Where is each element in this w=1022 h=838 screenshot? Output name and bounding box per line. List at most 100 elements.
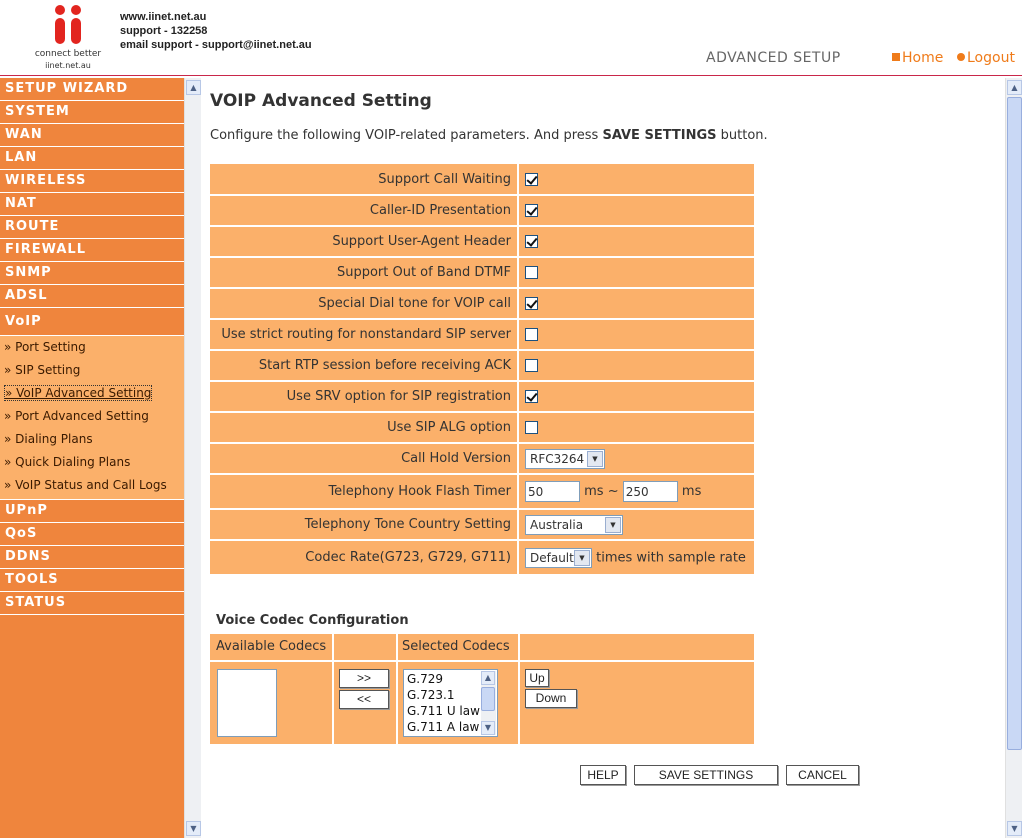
sidebar-item-ddns[interactable]: DDNS <box>0 546 184 569</box>
sidebar-subitem-port-advanced-setting[interactable]: » Port Advanced Setting <box>0 405 184 428</box>
setting-row: Use SRV option for SIP registration <box>210 381 754 413</box>
sidebar-subitem-quick-dialing-plans[interactable]: » Quick Dialing Plans <box>0 451 184 474</box>
subitem-label: » Port Advanced Setting <box>4 409 149 423</box>
out-of-band-dtmf-checkbox[interactable] <box>525 266 538 279</box>
section-title: ADVANCED SETUP <box>706 50 841 66</box>
logo-domain: iinet.net.au <box>45 61 91 70</box>
table-divider <box>210 660 754 662</box>
sidebar-item-lan[interactable]: LAN <box>0 147 184 170</box>
scroll-thumb[interactable] <box>1007 97 1022 750</box>
sidebar-item-adsl[interactable]: ADSL <box>0 285 184 308</box>
sidebar-subitem-dialing-plans[interactable]: » Dialing Plans <box>0 428 184 451</box>
move-up-button[interactable]: Up <box>525 669 549 687</box>
logout-link-label: Logout <box>967 50 1015 66</box>
hook-flash-max-input[interactable]: 250 <box>622 481 678 502</box>
strict-routing-checkbox[interactable] <box>525 328 538 341</box>
sidebar-scrollbar[interactable]: ▲ ▼ <box>184 78 201 838</box>
sip-alg-checkbox[interactable] <box>525 421 538 434</box>
subitem-label: » Quick Dialing Plans <box>4 455 131 469</box>
circle-bullet-icon <box>957 53 965 61</box>
intro-text: Configure the following VOIP-related par… <box>210 128 768 143</box>
sidebar: SETUP WIZARD SYSTEM WAN LAN WIRELESS NAT… <box>0 78 184 838</box>
subitem-label: » SIP Setting <box>4 363 81 377</box>
user-agent-header-checkbox[interactable] <box>525 235 538 248</box>
sidebar-item-snmp[interactable]: SNMP <box>0 262 184 285</box>
available-codecs-list[interactable] <box>217 669 277 737</box>
intro-text-part: button. <box>716 128 768 143</box>
sidebar-subitem-voip-status-call-logs[interactable]: » VoIP Status and Call Logs <box>0 474 184 497</box>
codec-section-title: Voice Codec Configuration <box>216 613 409 628</box>
table-divider <box>396 634 398 744</box>
setting-label: Support User-Agent Header <box>210 226 519 258</box>
contact-phone: support - 132258 <box>120 25 208 37</box>
add-codec-button[interactable]: >> <box>339 669 389 688</box>
sidebar-item-nat[interactable]: NAT <box>0 193 184 216</box>
sidebar-item-route[interactable]: ROUTE <box>0 216 184 239</box>
scroll-down-arrow-icon[interactable]: ▼ <box>186 821 201 836</box>
main-scrollbar[interactable]: ▲ ▼ <box>1005 78 1022 838</box>
subitem-label: » Port Setting <box>4 340 86 354</box>
scroll-up-arrow-icon[interactable]: ▲ <box>186 80 201 95</box>
sidebar-subitem-voip-advanced-setting[interactable]: » VoIP Advanced Setting <box>0 382 184 405</box>
tone-country-select[interactable]: Australia ▼ <box>525 514 623 535</box>
contact-website: www.iinet.net.au <box>120 11 207 23</box>
setting-label: Special Dial tone for VOIP call <box>210 288 519 320</box>
voip-submenu: » Port Setting » SIP Setting » VoIP Adva… <box>0 336 184 500</box>
setting-label: Use strict routing for nonstandard SIP s… <box>210 319 519 351</box>
setting-label: Codec Rate(G723, G729, G711) <box>210 540 519 576</box>
sidebar-item-upnp[interactable]: UPnP <box>0 500 184 523</box>
sidebar-item-status[interactable]: STATUS <box>0 592 184 615</box>
help-button[interactable]: HELP <box>580 765 626 785</box>
setting-row: Telephony Tone Country Setting Australia ▼ <box>210 509 754 541</box>
cancel-button[interactable]: CANCEL <box>786 765 859 785</box>
sidebar-item-firewall[interactable]: FIREWALL <box>0 239 184 262</box>
sidebar-subitem-port-setting[interactable]: » Port Setting <box>0 336 184 359</box>
iinet-logo-icon <box>55 5 81 44</box>
move-down-button[interactable]: Down <box>525 689 577 708</box>
iinet-logo: connect better iinet.net.au <box>28 4 108 72</box>
sidebar-item-qos[interactable]: QoS <box>0 523 184 546</box>
srv-option-checkbox[interactable] <box>525 390 538 403</box>
home-link[interactable]: Home <box>892 50 943 66</box>
save-settings-button[interactable]: SAVE SETTINGS <box>634 765 778 785</box>
intro-text-bold: SAVE SETTINGS <box>602 128 717 143</box>
scroll-thumb[interactable] <box>481 687 495 711</box>
special-dial-tone-checkbox[interactable] <box>525 297 538 310</box>
contact-info: www.iinet.net.au support - 132258 email … <box>120 10 312 52</box>
codec-list-scrollbar[interactable]: ▲ ▼ <box>481 671 496 735</box>
unit-label: ms <box>584 484 604 499</box>
setting-row: Telephony Hook Flash Timer 50 ms ~ 250 ms <box>210 474 754 510</box>
table-divider <box>332 634 334 744</box>
remove-codec-button[interactable]: << <box>339 690 389 709</box>
caller-id-presentation-checkbox[interactable] <box>525 204 538 217</box>
sidebar-item-system[interactable]: SYSTEM <box>0 101 184 124</box>
scroll-down-arrow-icon[interactable]: ▼ <box>481 721 495 735</box>
logout-link[interactable]: Logout <box>957 50 1015 66</box>
codec-config-table: Available Codecs Selected Codecs >> << G… <box>210 634 754 744</box>
scroll-down-arrow-icon[interactable]: ▼ <box>1007 821 1022 836</box>
sidebar-item-wireless[interactable]: WIRELESS <box>0 170 184 193</box>
selected-codecs-list[interactable]: G.729 G.723.1 G.711 U law G.711 A law ▲ … <box>403 669 498 737</box>
scroll-up-arrow-icon[interactable]: ▲ <box>481 671 495 685</box>
home-link-label: Home <box>902 50 944 66</box>
scroll-up-arrow-icon[interactable]: ▲ <box>1007 80 1022 95</box>
table-divider <box>518 634 520 744</box>
call-hold-version-select[interactable]: RFC3264 ▼ <box>525 448 605 469</box>
sidebar-subitem-sip-setting[interactable]: » SIP Setting <box>0 359 184 382</box>
unit-label: ms <box>681 484 702 499</box>
sidebar-item-wan[interactable]: WAN <box>0 124 184 147</box>
chevron-down-icon: ▼ <box>574 549 590 566</box>
square-bullet-icon <box>892 53 900 61</box>
setting-label: Support Out of Band DTMF <box>210 257 519 289</box>
hook-flash-min-input[interactable]: 50 <box>525 481 580 502</box>
sidebar-item-tools[interactable]: TOOLS <box>0 569 184 592</box>
setting-label: Telephony Tone Country Setting <box>210 509 519 541</box>
setting-row: Use strict routing for nonstandard SIP s… <box>210 319 754 351</box>
setting-label: Start RTP session before receiving ACK <box>210 350 519 382</box>
support-call-waiting-checkbox[interactable] <box>525 172 538 186</box>
rtp-before-ack-checkbox[interactable] <box>525 359 538 372</box>
sidebar-item-setup-wizard[interactable]: SETUP WIZARD <box>0 78 184 101</box>
setting-row: Caller-ID Presentation <box>210 195 754 227</box>
codec-rate-select[interactable]: Default ▼ <box>525 547 592 568</box>
sidebar-item-voip[interactable]: VoIP <box>0 308 184 336</box>
